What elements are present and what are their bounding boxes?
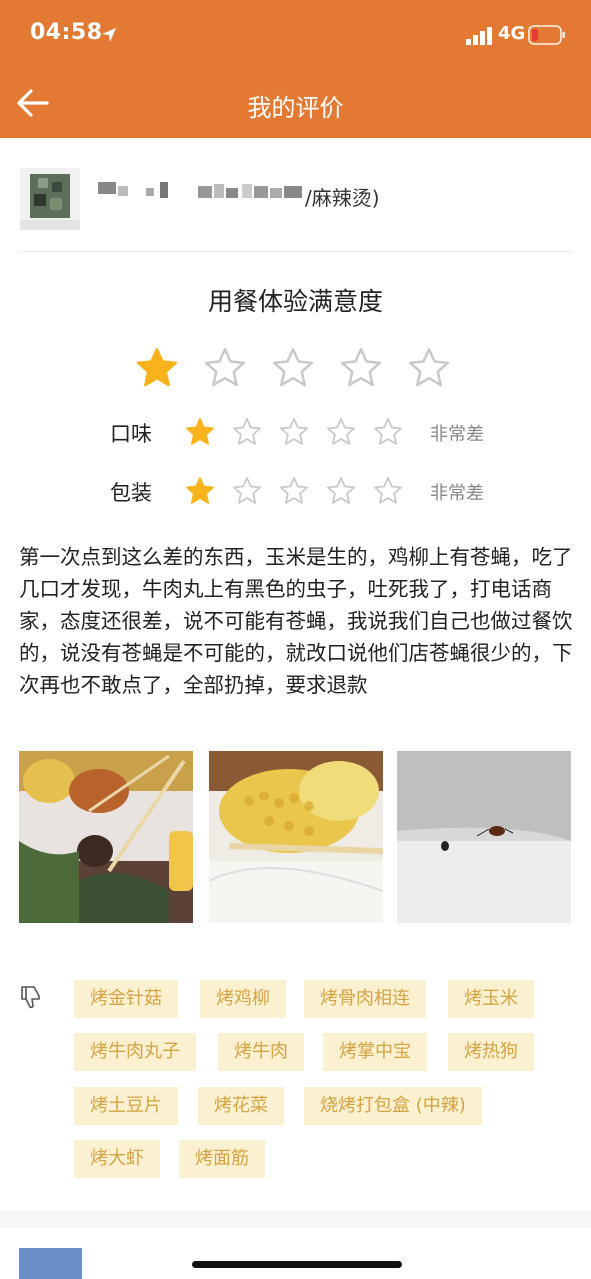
- star-icon: [136, 347, 178, 387]
- star-icon: [327, 418, 355, 445]
- tag-item: 烤玉米: [448, 980, 534, 1018]
- store-avatar: [20, 168, 80, 230]
- store-row[interactable]: /麻辣烫): [18, 162, 572, 252]
- section-divider: [0, 1210, 591, 1228]
- tag-item: 烤牛肉: [218, 1033, 304, 1071]
- rating-title: 用餐体验满意度: [207, 287, 383, 316]
- star-icon: [186, 418, 214, 445]
- review-photos: [19, 751, 573, 923]
- network-type: 4G: [498, 23, 526, 44]
- status-bar: 04:58 4G: [0, 0, 591, 70]
- avatar[interactable]: [19, 1248, 82, 1279]
- star-icon: [233, 418, 261, 445]
- star-icon: [233, 477, 261, 504]
- star-icon: [374, 477, 402, 504]
- location-arrow-icon: [102, 28, 116, 42]
- rating-label: 包装: [110, 481, 152, 505]
- review-text: 第一次点到这么差的东西，玉米是生的，鸡柳上有苍蝇，吃了几口才发现，牛肉丸上有黑色…: [19, 545, 573, 697]
- star-icon: [327, 477, 355, 504]
- star-icon: [204, 347, 246, 387]
- tag-item: 烤热狗: [448, 1033, 534, 1071]
- rating-stars: [184, 416, 404, 448]
- thumbs-down-icon: [21, 986, 40, 1009]
- tag-item: 烤土豆片: [74, 1087, 178, 1125]
- rating-label: 口味: [110, 422, 152, 446]
- star-icon: [408, 347, 450, 387]
- store-name: /麻辣烫): [305, 186, 380, 210]
- tag-item: 烤大虾: [74, 1140, 160, 1178]
- star-icon: [374, 418, 402, 445]
- star-icon: [340, 347, 382, 387]
- status-time: 04:58: [30, 20, 103, 45]
- overall-rating-stars: [134, 345, 452, 391]
- tag-item: 烤掌中宝: [323, 1033, 427, 1071]
- home-indicator: [192, 1261, 402, 1268]
- star-icon: [280, 418, 308, 445]
- review-photo[interactable]: [19, 751, 193, 923]
- store-name-pixelated: [98, 182, 302, 198]
- page-title: 我的评价: [247, 94, 344, 122]
- header-bar: 04:58 4G 我的评价: [0, 0, 591, 138]
- review-photo[interactable]: [397, 751, 571, 923]
- star-icon: [186, 477, 214, 504]
- review-photo[interactable]: [209, 751, 383, 923]
- star-icon: [280, 477, 308, 504]
- rating-verdict: 非常差: [430, 483, 484, 504]
- tag-item: 烤牛肉丸子: [74, 1033, 196, 1071]
- battery-icon: [528, 25, 565, 45]
- tag-item: 烤花菜: [198, 1087, 284, 1125]
- rating-verdict: 非常差: [430, 424, 484, 445]
- nav-bar: 我的评价: [0, 70, 591, 138]
- tag-item: 烤鸡柳: [200, 980, 286, 1018]
- rating-stars: [184, 475, 404, 507]
- signal-icon: [466, 27, 492, 45]
- tag-item: 烤金针菇: [74, 980, 178, 1018]
- star-icon: [272, 347, 314, 387]
- tag-item: 烤骨肉相连: [304, 980, 426, 1018]
- tag-item: 烤面筋: [179, 1140, 265, 1178]
- tag-item: 烧烤打包盒 (中辣): [304, 1087, 482, 1125]
